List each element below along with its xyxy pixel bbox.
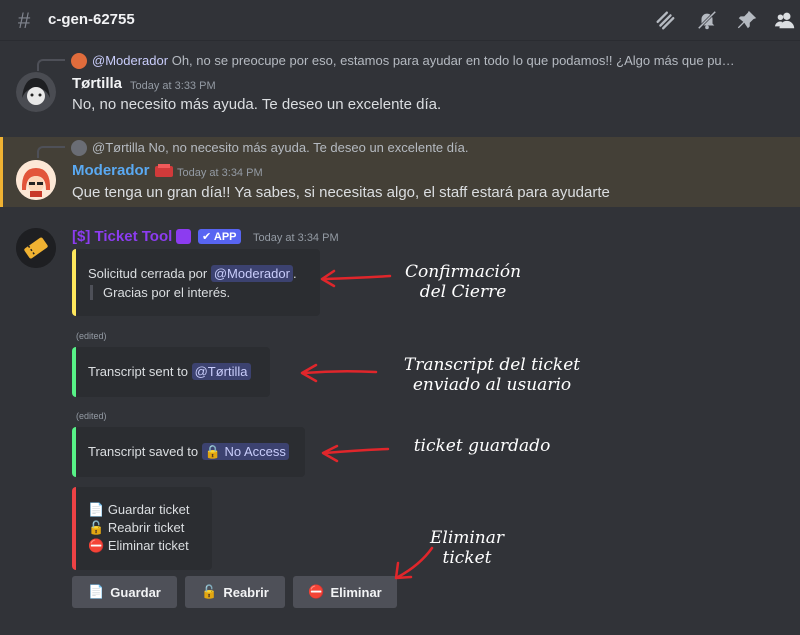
list-item: 🔓 Reabrir ticket	[88, 520, 185, 535]
lock-icon: 🔒	[204, 444, 221, 459]
embed-transcript-sent: Transcript sent to @Tørtilla	[72, 347, 270, 397]
embed-ticket-closed: Solicitud cerrada por @Moderador. Gracia…	[72, 249, 320, 316]
message-text: No, no necesito más ayuda. Te deseo un e…	[72, 96, 442, 113]
app-badge: ✔ APP	[198, 229, 241, 244]
timestamp: Today at 3:33 PM	[130, 80, 216, 92]
edited-label: (edited)	[76, 331, 107, 341]
annotation-sent: Transcript del ticket enviado al usuario	[403, 355, 581, 395]
reply-spine	[37, 146, 65, 158]
threads-icon[interactable]	[654, 9, 676, 31]
arrow-closed	[322, 274, 392, 281]
check-icon: ✔	[202, 231, 212, 243]
reply-spine	[37, 59, 65, 71]
controls-list: 📄 Guardar ticket 🔓 Reabrir ticket ⛔ Elim…	[88, 501, 189, 555]
timestamp: Today at 3:34 PM	[253, 232, 339, 244]
reopen-button[interactable]: 🔓 Reabrir	[185, 576, 285, 608]
reply-avatar	[71, 53, 87, 69]
reply-avatar	[71, 140, 87, 156]
reply-preview[interactable]: @Moderador Oh, no se preocupe por eso, e…	[92, 53, 752, 68]
mute-bell-icon[interactable]	[696, 9, 718, 31]
pin-icon[interactable]	[736, 9, 758, 31]
channel-name: c-gen-62755	[48, 11, 135, 28]
embed-transcript-saved: Transcript saved to 🔒 No Access	[72, 427, 305, 477]
user-mention[interactable]: @Moderador	[210, 265, 293, 282]
bot-emoji-icon	[176, 229, 191, 244]
channel-header: # c-gen-62755	[0, 0, 800, 41]
arrow-saved	[323, 447, 390, 455]
embed-text: Transcript saved to 🔒 No Access	[88, 443, 289, 460]
unlock-icon: 🔓	[201, 584, 218, 599]
avatar-moderador[interactable]	[16, 160, 56, 200]
save-button[interactable]: 📄 Guardar	[72, 576, 177, 608]
embed-text: Solicitud cerrada por @Moderador.	[88, 265, 297, 282]
message-text: Que tenga un gran día!! Ya sabes, si nec…	[72, 184, 610, 201]
embed-quote: Gracias por el interés.	[90, 285, 230, 300]
role-icon	[155, 164, 173, 177]
reply-preview[interactable]: @Tørtilla No, no necesito más ayuda. Te …	[92, 140, 752, 155]
author-name[interactable]: Moderador	[72, 162, 150, 179]
channel-mention[interactable]: 🔒 No Access	[201, 443, 289, 460]
list-item: 📄 Guardar ticket	[88, 502, 190, 517]
hashtag-icon: #	[18, 8, 31, 33]
annotation-closed: Confirmación del Cierre	[404, 262, 522, 302]
document-icon: 📄	[88, 584, 105, 599]
list-item: ⛔ Eliminar ticket	[88, 538, 189, 553]
unlock-icon: 🔓	[88, 520, 105, 535]
edited-label: (edited)	[76, 411, 107, 421]
document-icon: 📄	[88, 502, 105, 517]
embed-text: Transcript sent to @Tørtilla	[88, 363, 251, 380]
no-entry-icon: ⛔	[308, 584, 325, 599]
author-name[interactable]: Tørtilla	[72, 75, 122, 92]
timestamp: Today at 3:34 PM	[177, 167, 263, 179]
arrow-sent	[302, 369, 378, 375]
annotation-delete: Eliminar ticket	[429, 528, 505, 568]
avatar-ticket-tool[interactable]	[16, 228, 56, 268]
delete-button[interactable]: ⛔ Eliminar	[293, 576, 397, 608]
avatar-tortilla[interactable]	[16, 72, 56, 112]
no-entry-icon: ⛔	[88, 538, 105, 553]
members-icon[interactable]	[774, 9, 796, 31]
embed-ticket-controls: 📄 Guardar ticket 🔓 Reabrir ticket ⛔ Elim…	[72, 487, 212, 570]
author-name[interactable]: [$] Ticket Tool	[72, 228, 172, 245]
user-mention[interactable]: @Tørtilla	[191, 363, 251, 380]
annotation-saved: ticket guardado	[413, 436, 551, 456]
